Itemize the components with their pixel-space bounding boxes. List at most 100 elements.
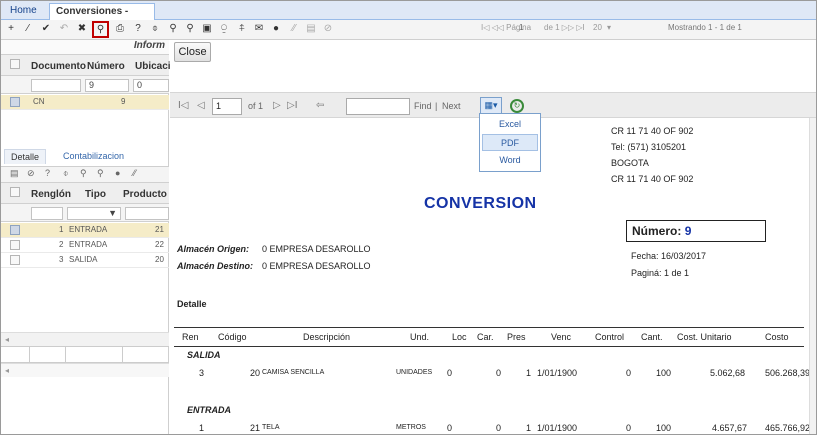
tab-detalle[interactable]: Detalle [4,149,47,164]
refresh-icon[interactable]: ⌽ [148,22,162,36]
col-und: Und. [410,332,430,342]
help-icon[interactable]: ? [131,22,145,36]
pager-size[interactable]: 20 [593,23,602,32]
edit-icon[interactable]: ⁄ [21,22,35,36]
delete-icon[interactable]: ✖ [75,22,89,36]
tab-contabilizacion[interactable]: Contabilizacion [63,151,124,161]
next-page-icon[interactable]: ▷ [273,100,281,111]
summary-row [1,346,169,363]
col-ubicacion[interactable]: Ubicaci [135,61,171,72]
refresh-icon[interactable]: ↻ [510,99,524,113]
cell-producto: 22 [155,240,164,249]
numero-label: Número: [632,224,682,238]
close-button[interactable]: Close [174,42,211,62]
row-venc: 1/01/1900 [537,423,578,433]
row-car: 0 [496,368,502,378]
col-car: Car. [477,332,494,342]
zoom-icon[interactable]: ⚲ [166,22,180,36]
row-checkbox[interactable] [10,255,20,265]
col-renglon[interactable]: Renglón [31,189,71,200]
refresh-icon[interactable]: ⌽ [63,168,68,179]
export-word[interactable]: Word [482,152,538,169]
mail-icon[interactable]: ✉ [252,22,266,36]
table-row[interactable]: 2 ENTRADA 22 [1,238,169,253]
origen-value: 0 EMPRESA DESAROLLO [262,244,371,254]
col-tipo[interactable]: Tipo [85,189,106,200]
filter-ubicacion[interactable]: 0 [133,79,169,92]
last-page-icon[interactable]: ▷I [287,100,297,111]
row-loc: 0 [447,368,453,378]
cancel-icon[interactable]: ⊘ [321,22,335,36]
prev-page-icon[interactable]: ◁ [197,100,205,111]
table-row[interactable]: 1 ENTRADA 21 [1,223,169,238]
grid-icon[interactable]: ▤ [10,168,19,179]
export-icon[interactable]: ▦▾ [480,97,502,114]
document-icon[interactable]: ▣ [200,22,214,36]
tab-conversiones[interactable]: Conversiones -[icnv]× [49,3,155,32]
find-input[interactable] [346,98,410,115]
zoom-detail-icon[interactable]: ⚲ [183,22,197,36]
print-icon[interactable]: ⎙ [113,22,127,36]
zoom-icon[interactable]: ⚲ [80,168,87,179]
attach-icon[interactable]: ⁄⁄ [133,168,136,178]
record-icon[interactable]: ● [115,168,120,178]
export-excel[interactable]: Excel [482,116,538,133]
col-numero[interactable]: Número [87,61,125,72]
col-control: Control [595,332,625,342]
help-icon[interactable]: ? [45,168,50,178]
find-link[interactable]: Find [414,101,432,111]
filter-numero[interactable]: 9 [85,79,129,92]
table-row[interactable]: CN 9 [1,95,169,110]
first-page-icon[interactable]: I◁ [178,100,188,111]
search-icon[interactable]: ⚲ [92,21,109,38]
pager-size-arrow[interactable]: ▾ [607,23,611,32]
user-icon[interactable]: ⍜ [217,22,231,36]
row-codigo: 20 [250,368,261,378]
next-link[interactable]: Next [442,101,461,111]
main-filter-row: 9 0 [1,76,169,94]
pager-prev[interactable]: I◁ ◁◁ Página [481,23,531,32]
add-icon[interactable]: + [4,22,18,36]
export-pdf[interactable]: PDF [482,134,538,151]
select-all-checkbox[interactable] [10,187,20,197]
vertical-scrollbar[interactable] [809,118,816,434]
pager-page[interactable]: 1 [519,23,523,32]
filter-tipo[interactable]: ▼ [67,207,121,220]
row-costo: 506.268,39 [765,368,811,378]
attach-icon[interactable]: ⁄⁄ [287,22,301,36]
tab-home[interactable]: Home [4,3,40,20]
report-title: CONVERSION [424,195,537,212]
cell-documento: CN [33,97,45,106]
row-checkbox[interactable] [10,240,20,250]
save-icon[interactable]: ✔ [39,22,53,36]
zoom-detail-icon[interactable]: ⚲ [97,168,104,179]
row-checkbox[interactable] [10,97,20,107]
record-icon[interactable]: ● [269,22,283,36]
back-icon[interactable]: ⇦ [316,100,324,111]
page-input[interactable]: 1 [212,98,242,115]
filter-renglon[interactable] [31,207,63,220]
detail-grid-header: Renglón Tipo Producto [1,182,169,204]
cell-tipo: ENTRADA [69,240,108,249]
table-row[interactable]: 3 SALIDA 20 [1,253,169,268]
app-window: Home Conversiones -[icnv]× + ⁄ ✔ ↶ ✖ ⚲ ⎙… [0,0,817,435]
undo-icon[interactable]: ↶ [57,22,71,36]
row-descripcion: TELA [262,424,280,431]
destino-value: 0 EMPRESA DESAROLLO [262,261,371,271]
filter-documento[interactable] [31,79,81,92]
company-phone: Tel: (571) 3105201 [611,142,687,152]
horizontal-scrollbar-bottom[interactable]: ◂ [1,363,169,377]
col-documento[interactable]: Documento [31,61,86,72]
horizontal-scrollbar[interactable]: ◂ [1,332,169,346]
pager-of-next[interactable]: de 1 ▷▷ ▷I [544,23,585,32]
col-producto[interactable]: Producto [123,189,167,200]
filter-producto[interactable] [125,207,169,220]
cancel-icon[interactable]: ⊘ [27,168,35,179]
detail-filter-row: ▼ [1,204,169,222]
grid-icon[interactable]: ▤ [304,22,318,36]
pin-icon[interactable]: ⍏ [235,22,249,36]
cell-renglon: 3 [59,255,64,264]
select-all-checkbox[interactable] [10,59,20,69]
pager-showing: Mostrando 1 - 1 de 1 [668,23,742,32]
row-checkbox[interactable] [10,225,20,235]
